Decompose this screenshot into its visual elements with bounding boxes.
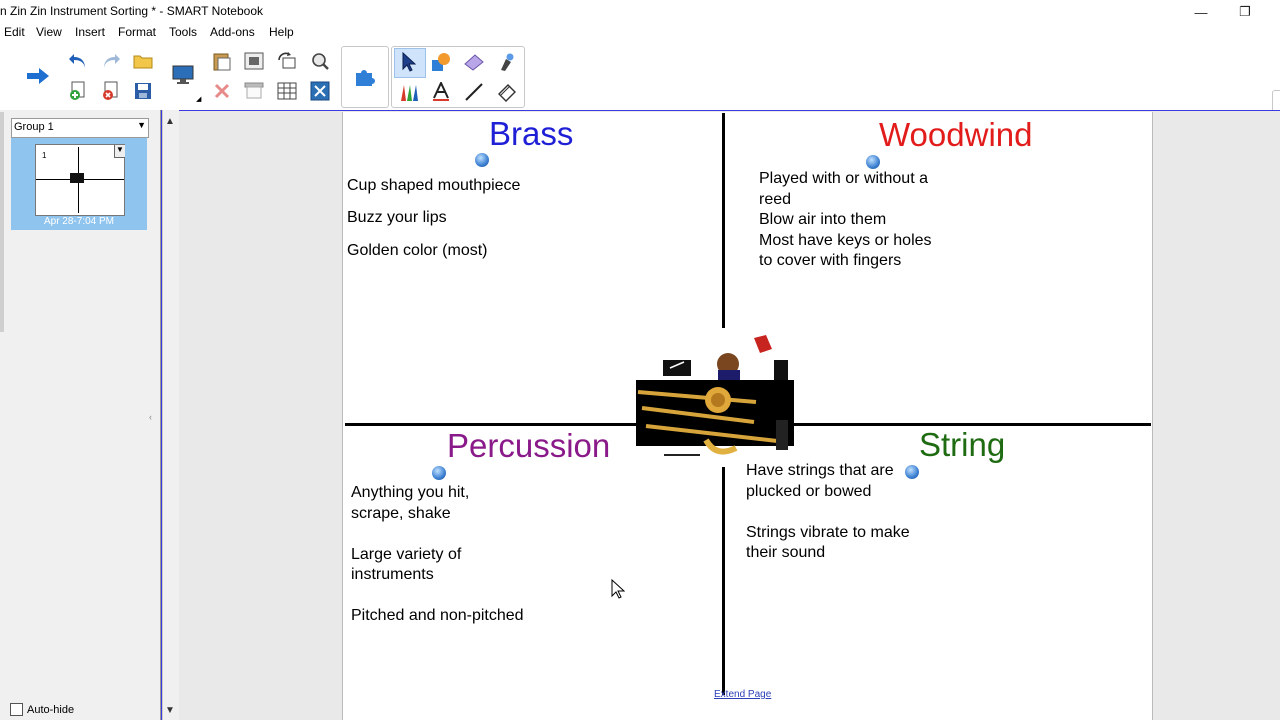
- screen-display-icon[interactable]: [170, 62, 196, 88]
- menu-bar: Edit View Insert Format Tools Add-ons He…: [0, 24, 1280, 42]
- brass-heading[interactable]: Brass: [489, 115, 573, 153]
- vertical-divider-top: [722, 113, 725, 328]
- string-text[interactable]: Have strings that are plucked or bowed S…: [746, 461, 910, 564]
- instruments-image[interactable]: [636, 330, 796, 465]
- menu-tools[interactable]: Tools: [169, 25, 197, 39]
- magic-pen-icon[interactable]: [494, 49, 520, 75]
- page-thumbnail-preview: ▼ 1: [35, 144, 125, 216]
- full-screen-icon[interactable]: [307, 78, 333, 104]
- sidebar-resize-handle[interactable]: ‹: [149, 412, 152, 422]
- globe-link-icon[interactable]: [866, 155, 880, 169]
- eraser-icon[interactable]: [461, 49, 487, 75]
- brass-line-2[interactable]: Buzz your lips: [347, 208, 447, 229]
- brass-line-3[interactable]: Golden color (most): [347, 241, 488, 262]
- checkbox-box[interactable]: [10, 703, 23, 716]
- percussion-text[interactable]: Anything you hit, scrape, shake Large va…: [351, 483, 524, 627]
- mouse-cursor-icon: [611, 578, 626, 604]
- minimize-button[interactable]: —: [1178, 0, 1224, 24]
- select-arrow-icon[interactable]: [396, 49, 422, 75]
- scroll-down-icon[interactable]: ▼: [162, 702, 178, 718]
- add-page-icon[interactable]: [65, 78, 91, 104]
- delete-page-icon[interactable]: [98, 78, 124, 104]
- screen-capture-icon[interactable]: [241, 48, 267, 74]
- group-select[interactable]: Group 1 ▼: [11, 118, 149, 138]
- thumbnail-timestamp: Apr 28-7:04 PM: [43, 216, 115, 227]
- open-folder-icon[interactable]: [130, 48, 156, 74]
- window-title: n Zin Zin Instrument Sorting * - SMART N…: [0, 4, 263, 18]
- chevron-down-icon[interactable]: ▼: [137, 120, 146, 130]
- workspace-border-top: [161, 110, 1280, 111]
- menu-format[interactable]: Format: [118, 25, 156, 39]
- title-bar: n Zin Zin Instrument Sorting * - SMART N…: [0, 0, 1280, 24]
- vertical-divider-bottom: [722, 467, 725, 695]
- sidebar-tab-strip: [0, 112, 4, 332]
- menu-help[interactable]: Help: [269, 25, 294, 39]
- group-select-label: Group 1: [14, 121, 54, 133]
- shapes-icon[interactable]: [428, 49, 454, 75]
- save-icon[interactable]: [130, 78, 156, 104]
- text-icon[interactable]: [428, 79, 454, 105]
- screen-display-dropdown-icon[interactable]: ◢: [196, 95, 201, 103]
- rotate-icon[interactable]: [274, 48, 300, 74]
- pens-icon[interactable]: [396, 79, 422, 105]
- table-icon[interactable]: [274, 78, 300, 104]
- fill-icon[interactable]: [494, 79, 520, 105]
- globe-link-icon[interactable]: [432, 466, 446, 480]
- thumbnail-menu-icon[interactable]: ▼: [114, 145, 125, 158]
- extend-page-link[interactable]: Extend Page: [714, 689, 771, 700]
- scroll-up-icon[interactable]: ▲: [162, 113, 178, 129]
- woodwind-text[interactable]: Played with or without a reed Blow air i…: [759, 169, 932, 272]
- autohide-label: Auto-hide: [27, 703, 75, 716]
- back-icon[interactable]: [25, 63, 51, 89]
- menu-insert[interactable]: Insert: [75, 25, 105, 39]
- toolbar: ◢: [0, 42, 1280, 148]
- string-heading[interactable]: String: [919, 426, 1005, 464]
- redo-icon[interactable]: [98, 48, 124, 74]
- menu-add-ons[interactable]: Add-ons: [210, 25, 255, 39]
- menu-view[interactable]: View: [36, 25, 62, 39]
- undo-icon[interactable]: [65, 48, 91, 74]
- zoom-icon[interactable]: [307, 48, 333, 74]
- line-icon[interactable]: [461, 79, 487, 105]
- percussion-heading[interactable]: Percussion: [447, 427, 610, 465]
- add-ons-puzzle-icon[interactable]: [351, 63, 377, 89]
- paste-icon[interactable]: [209, 48, 235, 74]
- autohide-checkbox[interactable]: Auto-hide: [10, 703, 74, 716]
- globe-link-icon[interactable]: [475, 153, 489, 167]
- delete-icon[interactable]: [209, 78, 235, 104]
- screen-shade-icon[interactable]: [241, 78, 267, 104]
- brass-line-1[interactable]: Cup shaped mouthpiece: [347, 176, 520, 197]
- menu-edit[interactable]: Edit: [4, 25, 25, 39]
- woodwind-heading[interactable]: Woodwind: [879, 116, 1032, 154]
- restore-button[interactable]: ❐: [1222, 0, 1268, 24]
- vertical-scrollbar[interactable]: [162, 110, 179, 720]
